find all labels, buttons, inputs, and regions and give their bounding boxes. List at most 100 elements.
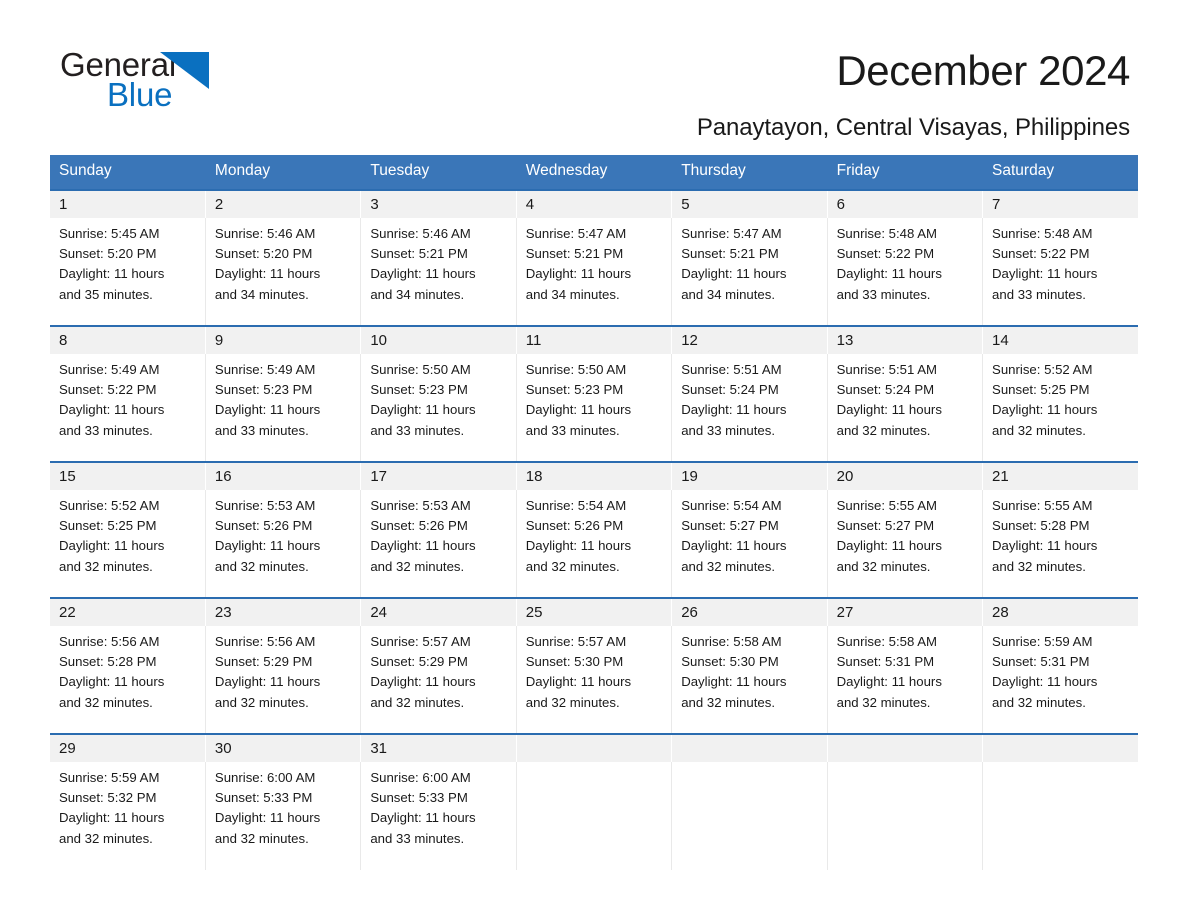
day-number[interactable]: 17 bbox=[360, 461, 517, 490]
day-cell-empty bbox=[827, 762, 984, 870]
sunset-text: Sunset: 5:28 PM bbox=[992, 518, 1090, 534]
daylight-text-line2: and 34 minutes. bbox=[214, 286, 309, 302]
sunrise-text: Sunrise: 5:55 AM bbox=[836, 498, 938, 513]
day-cell[interactable]: Sunrise: 5:52 AM Sunset: 5:25 PM Dayligh… bbox=[50, 490, 206, 598]
day-number[interactable]: 24 bbox=[360, 597, 517, 626]
day-number[interactable]: 4 bbox=[516, 189, 673, 218]
day-cell[interactable]: Sunrise: 5:46 AM Sunset: 5:21 PM Dayligh… bbox=[360, 218, 517, 326]
daylight-text-line2: and 33 minutes. bbox=[370, 422, 465, 438]
day-number[interactable]: 9 bbox=[205, 325, 362, 354]
sunrise-text: Sunrise: 5:57 AM bbox=[525, 634, 627, 649]
day-cell[interactable]: Sunrise: 5:58 AM Sunset: 5:31 PM Dayligh… bbox=[827, 626, 984, 734]
day-cell[interactable]: Sunrise: 5:57 AM Sunset: 5:29 PM Dayligh… bbox=[360, 626, 517, 734]
daylight-text-line2: and 32 minutes. bbox=[370, 558, 465, 574]
day-cell[interactable]: Sunrise: 5:51 AM Sunset: 5:24 PM Dayligh… bbox=[671, 354, 828, 462]
daylight-text-line1: Daylight: 11 hours bbox=[836, 402, 942, 418]
day-number[interactable]: 31 bbox=[360, 733, 517, 762]
day-cell[interactable]: Sunrise: 5:53 AM Sunset: 5:26 PM Dayligh… bbox=[360, 490, 517, 598]
day-cell[interactable]: Sunrise: 6:00 AM Sunset: 5:33 PM Dayligh… bbox=[360, 762, 517, 870]
week-row-details-4: Sunrise: 5:56 AM Sunset: 5:28 PM Dayligh… bbox=[50, 626, 1138, 734]
day-cell[interactable]: Sunrise: 5:57 AM Sunset: 5:30 PM Dayligh… bbox=[516, 626, 673, 734]
day-number[interactable]: 19 bbox=[671, 461, 828, 490]
weekday-header-saturday: Saturday bbox=[982, 155, 1138, 190]
sunrise-text: Sunrise: 5:50 AM bbox=[370, 362, 471, 377]
day-cell[interactable]: Sunrise: 5:54 AM Sunset: 5:27 PM Dayligh… bbox=[671, 490, 828, 598]
day-number[interactable]: 30 bbox=[205, 733, 362, 762]
day-cell[interactable]: Sunrise: 5:46 AM Sunset: 5:20 PM Dayligh… bbox=[205, 218, 362, 326]
day-number[interactable]: 13 bbox=[827, 325, 984, 354]
sunrise-text: Sunrise: 5:59 AM bbox=[992, 634, 1093, 649]
day-cell[interactable]: Sunrise: 5:50 AM Sunset: 5:23 PM Dayligh… bbox=[516, 354, 673, 462]
day-cell[interactable]: Sunrise: 5:55 AM Sunset: 5:28 PM Dayligh… bbox=[982, 490, 1138, 598]
daylight-text-line1: Daylight: 11 hours bbox=[59, 266, 165, 282]
daylight-text-line1: Daylight: 11 hours bbox=[370, 810, 476, 826]
day-number[interactable]: 23 bbox=[205, 597, 362, 626]
day-number[interactable]: 28 bbox=[982, 597, 1138, 626]
day-cell[interactable]: Sunrise: 5:47 AM Sunset: 5:21 PM Dayligh… bbox=[516, 218, 673, 326]
day-cell[interactable]: Sunrise: 6:00 AM Sunset: 5:33 PM Dayligh… bbox=[205, 762, 362, 870]
day-number[interactable]: 14 bbox=[982, 325, 1138, 354]
day-cell-empty bbox=[671, 762, 828, 870]
day-cell[interactable]: Sunrise: 5:49 AM Sunset: 5:23 PM Dayligh… bbox=[205, 354, 362, 462]
day-number[interactable]: 6 bbox=[827, 189, 984, 218]
daylight-text-line2: and 33 minutes. bbox=[214, 422, 309, 438]
weekday-header-row: Sunday Monday Tuesday Wednesday Thursday… bbox=[50, 155, 1138, 190]
day-number[interactable]: 22 bbox=[50, 597, 206, 626]
day-number-empty bbox=[671, 733, 828, 762]
day-number[interactable]: 27 bbox=[827, 597, 984, 626]
day-cell[interactable]: Sunrise: 5:55 AM Sunset: 5:27 PM Dayligh… bbox=[827, 490, 984, 598]
day-cell[interactable]: Sunrise: 5:56 AM Sunset: 5:29 PM Dayligh… bbox=[205, 626, 362, 734]
day-number[interactable]: 8 bbox=[50, 325, 206, 354]
day-number[interactable]: 3 bbox=[360, 189, 517, 218]
sunrise-text: Sunrise: 5:56 AM bbox=[59, 634, 160, 649]
day-number[interactable]: 20 bbox=[827, 461, 984, 490]
day-cell[interactable]: Sunrise: 5:52 AM Sunset: 5:25 PM Dayligh… bbox=[982, 354, 1138, 462]
page-subtitle-location: Panaytayon, Central Visayas, Philippines bbox=[696, 114, 1130, 141]
daylight-text-line1: Daylight: 11 hours bbox=[992, 538, 1098, 554]
daylight-text-line2: and 34 minutes. bbox=[681, 286, 776, 302]
day-cell[interactable]: Sunrise: 5:51 AM Sunset: 5:24 PM Dayligh… bbox=[827, 354, 984, 462]
daylight-text-line2: and 35 minutes. bbox=[59, 286, 153, 302]
weekday-header-tuesday: Tuesday bbox=[360, 155, 517, 190]
sunset-text: Sunset: 5:25 PM bbox=[992, 382, 1090, 398]
daylight-text-line1: Daylight: 11 hours bbox=[370, 266, 476, 282]
day-number[interactable]: 5 bbox=[671, 189, 828, 218]
sunrise-text: Sunrise: 5:53 AM bbox=[370, 498, 471, 513]
day-cell[interactable]: Sunrise: 5:53 AM Sunset: 5:26 PM Dayligh… bbox=[205, 490, 362, 598]
day-cell[interactable]: Sunrise: 5:54 AM Sunset: 5:26 PM Dayligh… bbox=[516, 490, 673, 598]
day-cell[interactable]: Sunrise: 5:47 AM Sunset: 5:21 PM Dayligh… bbox=[671, 218, 828, 326]
day-number[interactable]: 1 bbox=[50, 189, 206, 218]
day-number[interactable]: 12 bbox=[671, 325, 828, 354]
day-cell[interactable]: Sunrise: 5:48 AM Sunset: 5:22 PM Dayligh… bbox=[982, 218, 1138, 326]
daylight-text-line1: Daylight: 11 hours bbox=[525, 674, 632, 690]
daylight-text-line2: and 33 minutes. bbox=[681, 422, 776, 438]
sunset-text: Sunset: 5:23 PM bbox=[214, 382, 313, 398]
day-number[interactable]: 7 bbox=[982, 189, 1138, 218]
sunrise-text: Sunrise: 6:00 AM bbox=[370, 770, 471, 785]
day-number-empty bbox=[827, 733, 984, 762]
day-number[interactable]: 21 bbox=[982, 461, 1138, 490]
sunset-text: Sunset: 5:32 PM bbox=[59, 790, 157, 806]
day-number[interactable]: 26 bbox=[671, 597, 828, 626]
day-number[interactable]: 15 bbox=[50, 461, 206, 490]
day-number[interactable]: 29 bbox=[50, 733, 206, 762]
day-number-empty bbox=[982, 733, 1138, 762]
day-number[interactable]: 16 bbox=[205, 461, 362, 490]
day-number[interactable]: 25 bbox=[516, 597, 673, 626]
day-number[interactable]: 18 bbox=[516, 461, 673, 490]
day-cell[interactable]: Sunrise: 5:49 AM Sunset: 5:22 PM Dayligh… bbox=[50, 354, 206, 462]
day-cell[interactable]: Sunrise: 5:50 AM Sunset: 5:23 PM Dayligh… bbox=[360, 354, 517, 462]
week-row-details-3: Sunrise: 5:52 AM Sunset: 5:25 PM Dayligh… bbox=[50, 490, 1138, 598]
day-cell[interactable]: Sunrise: 5:48 AM Sunset: 5:22 PM Dayligh… bbox=[827, 218, 984, 326]
day-cell[interactable]: Sunrise: 5:59 AM Sunset: 5:31 PM Dayligh… bbox=[982, 626, 1138, 734]
day-cell[interactable]: Sunrise: 5:45 AM Sunset: 5:20 PM Dayligh… bbox=[50, 218, 206, 326]
day-cell[interactable]: Sunrise: 5:56 AM Sunset: 5:28 PM Dayligh… bbox=[50, 626, 206, 734]
daylight-text-line2: and 32 minutes. bbox=[992, 422, 1086, 438]
day-number[interactable]: 10 bbox=[360, 325, 517, 354]
day-cell[interactable]: Sunrise: 5:58 AM Sunset: 5:30 PM Dayligh… bbox=[671, 626, 828, 734]
day-number[interactable]: 2 bbox=[205, 189, 362, 218]
sunset-text: Sunset: 5:22 PM bbox=[59, 382, 157, 398]
day-number[interactable]: 11 bbox=[516, 325, 673, 354]
day-cell[interactable]: Sunrise: 5:59 AM Sunset: 5:32 PM Dayligh… bbox=[50, 762, 206, 870]
sunrise-text: Sunrise: 5:57 AM bbox=[370, 634, 471, 649]
